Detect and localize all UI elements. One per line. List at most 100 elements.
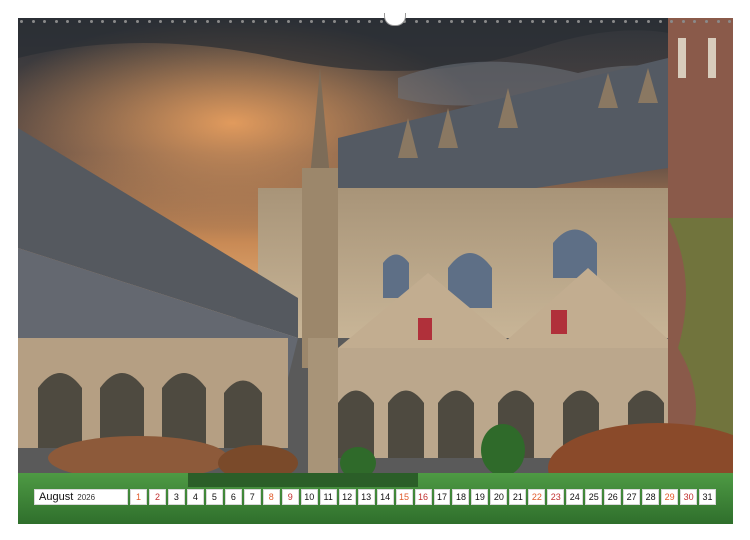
binding-hole [368,19,372,23]
binding-hole [472,19,476,23]
shrub [481,424,525,476]
binding-hole [461,19,465,23]
hanger-hook [384,13,406,26]
binding-hole [263,19,267,23]
binding-hole [43,19,47,23]
calendar-strip: August 2026 1 2 3 4 5 6 7 8 9 10 11 12 13 14 15 16 17 18 1… [34,488,717,506]
binding-hole [612,19,616,23]
day-cell: 19 [471,489,489,505]
binding-hole [565,19,569,23]
binding-hole [670,19,674,23]
binding-hole [252,19,256,23]
day-cell: 6 [224,489,242,505]
binding-hole [205,19,209,23]
binding-hole [182,19,186,23]
red-window [418,318,432,340]
binding-hole [112,19,116,23]
day-cell: 10 [300,489,318,505]
binding-hole [681,19,685,23]
day-cell: 11 [319,489,337,505]
binding-hole [542,19,546,23]
day-cell: 25 [585,489,603,505]
binding-hole [228,19,232,23]
binding-hole [66,19,70,23]
day-cell: 22 [528,489,546,505]
cathedral-photo [18,18,733,524]
binding-hole [333,19,337,23]
binding-hole [356,19,360,23]
day-cell: 28 [642,489,660,505]
day-cell: 14 [376,489,394,505]
binding-hole [623,19,627,23]
day-cell: 17 [433,489,451,505]
day-cell: 18 [452,489,470,505]
binding-hole [704,19,708,23]
binding-hole [716,19,720,23]
binding-hole [728,19,732,23]
day-cell: 23 [547,489,565,505]
building-window [678,38,686,78]
binding-hole [101,19,105,23]
binding-hole [658,19,662,23]
month-year: 2026 [77,492,96,502]
day-cell: 9 [281,489,299,505]
day-cell: 24 [566,489,584,505]
binding-hole [147,19,151,23]
day-cell: 29 [661,489,679,505]
day-cell: 20 [490,489,508,505]
binding-hole [554,19,558,23]
spiral-binding [20,13,732,27]
day-cell: 26 [604,489,622,505]
binding-hole [693,19,697,23]
binding-hole [588,19,592,23]
binding-hole [437,19,441,23]
binding-hole [136,19,140,23]
photo-illustration [18,18,733,524]
day-cell: 8 [262,489,280,505]
gothic-window [383,254,409,298]
stone-column [308,338,338,478]
binding-hole [240,19,244,23]
building-window [708,38,716,78]
day-cell: 21 [509,489,527,505]
binding-hole [310,19,314,23]
binding-hole [345,19,349,23]
binding-hole [54,19,58,23]
day-cell: 31 [699,489,717,505]
day-row: 1 2 3 4 5 6 7 8 9 10 11 12 13 14 15 16 17 18 19 20 21 22 23 24 2… [130,489,717,505]
binding-hole [635,19,639,23]
red-window [551,310,567,334]
month-label: August 2026 [34,489,128,505]
day-cell: 1 [130,489,147,505]
binding-hole [414,19,418,23]
day-cell: 3 [167,489,185,505]
binding-hole [159,19,163,23]
binding-hole [298,19,302,23]
binding-hole [484,19,488,23]
binding-hole [600,19,604,23]
binding-hole [275,19,279,23]
binding-hole [577,19,581,23]
binding-hole [507,19,511,23]
binding-hole [321,19,325,23]
binding-hole [287,19,291,23]
binding-hole [31,19,35,23]
binding-hole [78,19,82,23]
day-cell: 12 [338,489,356,505]
binding-hole [530,19,534,23]
day-cell: 7 [243,489,261,505]
month-name: August [39,491,74,503]
binding-hole [217,19,221,23]
binding-hole [449,19,453,23]
binding-hole [495,19,499,23]
binding-hole [89,19,93,23]
day-cell: 5 [205,489,223,505]
binding-hole [194,19,198,23]
binding-hole [379,19,383,23]
day-cell: 27 [623,489,641,505]
binding-hole [519,19,523,23]
calendar-page: August 2026 1 2 3 4 5 6 7 8 9 10 11 12 13 14 15 16 17 18 1… [0,0,750,540]
binding-hole [124,19,128,23]
day-cell: 2 [148,489,166,505]
day-cell: 4 [186,489,204,505]
